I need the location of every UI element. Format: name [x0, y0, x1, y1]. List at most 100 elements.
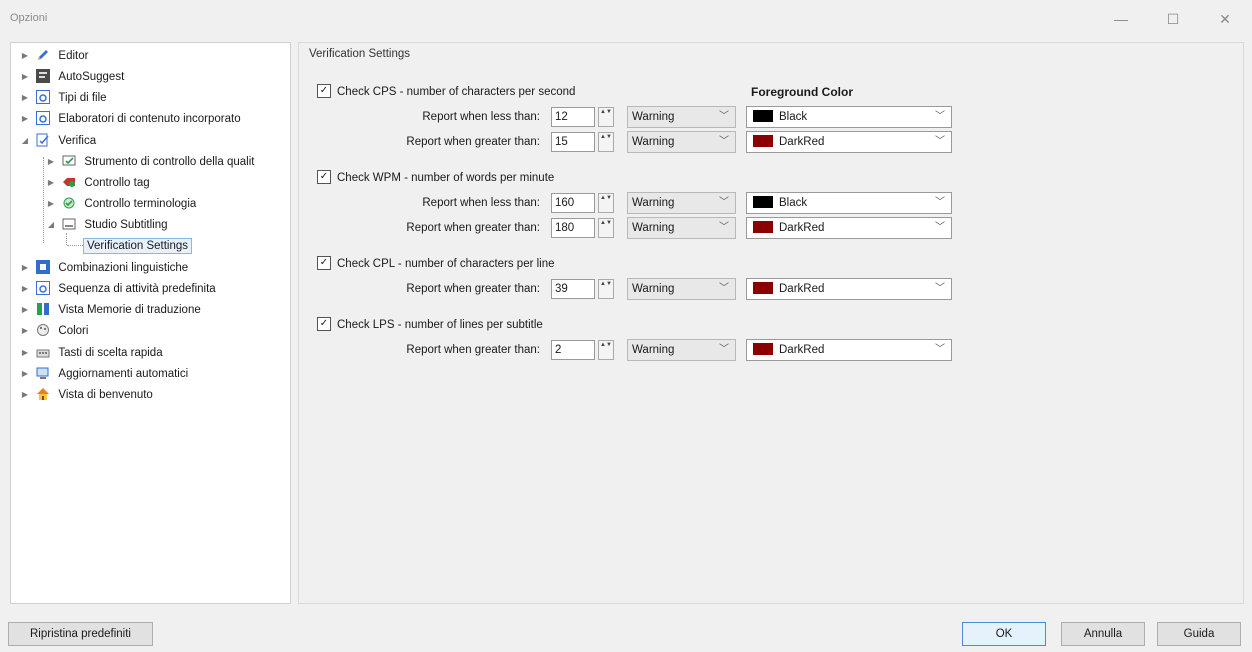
cps-max-input[interactable]: 15 — [551, 132, 595, 152]
minimize-button[interactable]: — — [1106, 8, 1136, 30]
expand-arrow-icon[interactable]: ▶ — [19, 46, 31, 66]
tree-item-combinazioni-linguistiche[interactable]: ▶ Combinazioni linguistiche — [19, 258, 188, 278]
subtitling-icon — [62, 217, 76, 231]
expand-arrow-icon[interactable]: ▶ — [45, 173, 57, 193]
expand-arrow-icon[interactable]: ▶ — [19, 88, 31, 108]
wpm-max-input[interactable]: 180 — [551, 218, 595, 238]
cps-min-level-select[interactable]: Warning ﹀ — [627, 106, 736, 128]
tree-item-controllo-terminologia[interactable]: ▶ Controllo terminologia — [45, 194, 196, 214]
check-wpm-label: Check WPM - number of words per minute — [337, 172, 555, 184]
tree-item-tasti-scelta-rapida[interactable]: ▶ Tasti di scelta rapida — [19, 343, 163, 363]
wpm-max-color-select[interactable]: DarkRed ﹀ — [746, 217, 952, 239]
row-label: Report when less than: — [422, 197, 540, 209]
foreground-color-header: Foreground Color — [751, 85, 853, 99]
maximize-button[interactable]: ☐ — [1158, 8, 1188, 30]
row-label: Report when greater than: — [406, 344, 540, 356]
colors-icon — [36, 323, 50, 337]
embedded-content-icon — [36, 111, 51, 125]
expand-arrow-icon[interactable]: ▶ — [19, 258, 31, 278]
ok-button[interactable]: OK — [962, 622, 1046, 646]
cpl-max-level-select[interactable]: Warning ﹀ — [627, 278, 736, 300]
expand-arrow-icon[interactable]: ▶ — [19, 385, 31, 405]
wpm-min-input[interactable]: 160 — [551, 193, 595, 213]
color-swatch — [753, 342, 773, 355]
wpm-min-level-select[interactable]: Warning ﹀ — [627, 192, 736, 214]
tree-item-label: Studio Subtitling — [84, 219, 168, 231]
color-name: Black — [779, 197, 808, 209]
color-swatch — [753, 134, 773, 147]
cpl-max-color-select[interactable]: DarkRed ﹀ — [746, 278, 952, 300]
tree-item-vista-memorie[interactable]: ▶ Vista Memorie di traduzione — [19, 300, 201, 320]
color-name: DarkRed — [779, 222, 825, 234]
tree-item-colori[interactable]: ▶ Colori — [19, 321, 88, 341]
checkbox-cps[interactable]: ✓ — [317, 83, 331, 98]
cps-min-input[interactable]: 12 — [551, 107, 595, 127]
cps-max-spinner[interactable]: ▲▼ — [598, 132, 614, 152]
row-label: Report when greater than: — [406, 222, 540, 234]
lps-max-spinner[interactable]: ▲▼ — [598, 340, 614, 360]
cpl-max-spinner[interactable]: ▲▼ — [598, 279, 614, 299]
wpm-max-spinner[interactable]: ▲▼ — [598, 218, 614, 238]
color-name: DarkRed — [779, 136, 825, 148]
cps-min-spinner[interactable]: ▲▼ — [598, 107, 614, 127]
lps-max-input[interactable]: 2 — [551, 340, 595, 360]
cancel-button[interactable]: Annulla — [1061, 622, 1145, 646]
checkbox-wpm[interactable]: ✓ — [317, 169, 331, 184]
tree-item-verifica[interactable]: ◢ Verifica — [19, 131, 96, 151]
tree-item-sequenza-attivita[interactable]: ▶ Sequenza di attività predefinita — [19, 279, 216, 299]
file-types-icon — [36, 90, 51, 104]
color-name: DarkRed — [779, 283, 825, 295]
expand-arrow-icon[interactable]: ▶ — [19, 109, 31, 129]
collapse-arrow-icon[interactable]: ◢ — [19, 131, 31, 151]
lps-max-color-select[interactable]: DarkRed ﹀ — [746, 339, 952, 361]
cps-max-level-select[interactable]: Warning ﹀ — [627, 131, 736, 153]
tree-item-label: Controllo terminologia — [84, 198, 197, 210]
check-cpl-label: Check CPL - number of characters per lin… — [337, 258, 555, 270]
reset-defaults-button[interactable]: Ripristina predefiniti — [8, 622, 153, 646]
tree-item-autosuggest[interactable]: ▶ AutoSuggest — [19, 67, 124, 87]
expand-arrow-icon[interactable]: ▶ — [45, 152, 57, 172]
tree-item-elaboratori[interactable]: ▶ Elaboratori di contenuto incorporato — [19, 109, 241, 129]
expand-arrow-icon[interactable]: ▶ — [19, 279, 31, 299]
tree-item-vista-benvenuto[interactable]: ▶ Vista di benvenuto — [19, 385, 153, 405]
expand-arrow-icon[interactable]: ▶ — [19, 300, 31, 320]
task-sequence-icon — [36, 281, 51, 295]
checkbox-cpl[interactable]: ✓ — [317, 255, 331, 270]
expand-arrow-icon[interactable]: ▶ — [19, 67, 31, 87]
expand-arrow-icon[interactable]: ▶ — [19, 343, 31, 363]
tree-item-studio-subtitling[interactable]: ◢ Studio Subtitling — [45, 215, 168, 235]
collapse-arrow-icon[interactable]: ◢ — [45, 215, 57, 235]
qa-checker-icon — [62, 154, 76, 168]
expand-arrow-icon[interactable]: ▶ — [19, 321, 31, 341]
check-wpm[interactable]: ✓ Check WPM - number of words per minute — [317, 169, 554, 187]
check-cps[interactable]: ✓ Check CPS - number of characters per se… — [317, 83, 575, 101]
lps-max-level-select[interactable]: Warning ﹀ — [627, 339, 736, 361]
cps-max-color-select[interactable]: DarkRed ﹀ — [746, 131, 952, 153]
expand-arrow-icon[interactable]: ▶ — [19, 364, 31, 384]
check-lps[interactable]: ✓ Check LPS - number of lines per subtitl… — [317, 316, 543, 334]
select-value: Warning — [632, 283, 675, 295]
close-button[interactable]: ✕ — [1210, 8, 1240, 30]
pencil-icon — [36, 48, 50, 62]
tree-item-tipi-di-file[interactable]: ▶ Tipi di file — [19, 88, 107, 108]
options-tree[interactable]: ▶ Editor ▶ AutoSuggest ▶ Tipi di file ▶ … — [10, 42, 291, 604]
chevron-down-icon: ﹀ — [935, 283, 945, 294]
tree-item-verification-settings[interactable]: Verification Settings — [83, 236, 193, 256]
help-button[interactable]: Guida — [1157, 622, 1241, 646]
select-value: Warning — [632, 197, 675, 209]
tree-item-aggiornamenti[interactable]: ▶ Aggiornamenti automatici — [19, 364, 188, 384]
tree-item-controllo-tag[interactable]: ▶ Controllo tag — [45, 173, 150, 193]
cps-min-color-select[interactable]: Black ﹀ — [746, 106, 952, 128]
wpm-min-spinner[interactable]: ▲▼ — [598, 193, 614, 213]
wpm-min-color-select[interactable]: Black ﹀ — [746, 192, 952, 214]
checkbox-lps[interactable]: ✓ — [317, 316, 331, 331]
cpl-max-input[interactable]: 39 — [551, 279, 595, 299]
tree-item-editor[interactable]: ▶ Editor — [19, 46, 88, 66]
tree-item-qa-checker[interactable]: ▶ Strumento di controllo della qualit — [45, 152, 254, 172]
expand-arrow-icon[interactable]: ▶ — [45, 194, 57, 214]
wpm-max-level-select[interactable]: Warning ﹀ — [627, 217, 736, 239]
check-lps-label: Check LPS - number of lines per subtitle — [337, 319, 543, 331]
chevron-down-icon: ﹀ — [719, 344, 729, 355]
check-cpl[interactable]: ✓ Check CPL - number of characters per li… — [317, 255, 555, 273]
tree-item-label: Sequenza di attività predefinita — [58, 283, 216, 295]
